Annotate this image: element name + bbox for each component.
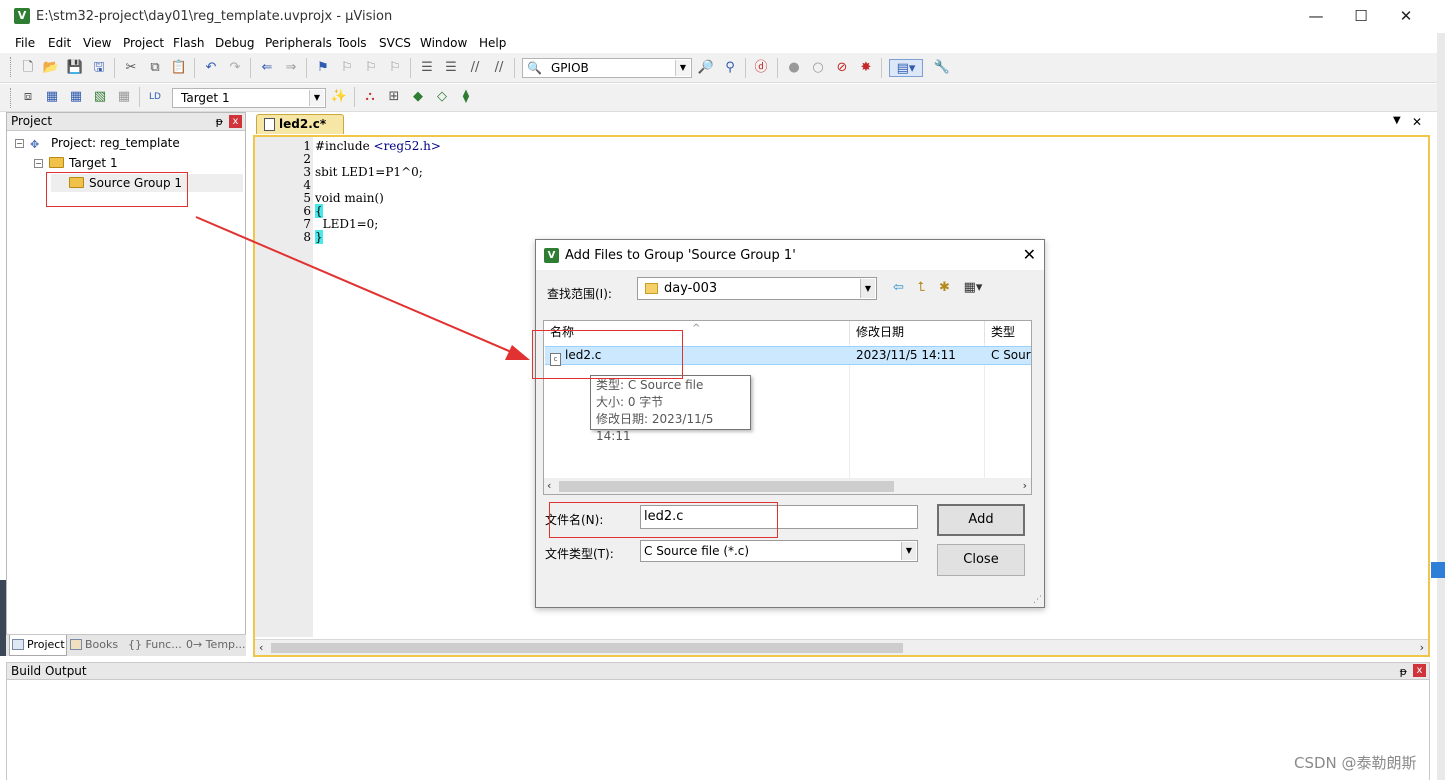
annotation-arrow [195,216,530,360]
annotation-arrow-line [195,216,517,355]
annotation-arrow-head [505,345,530,360]
